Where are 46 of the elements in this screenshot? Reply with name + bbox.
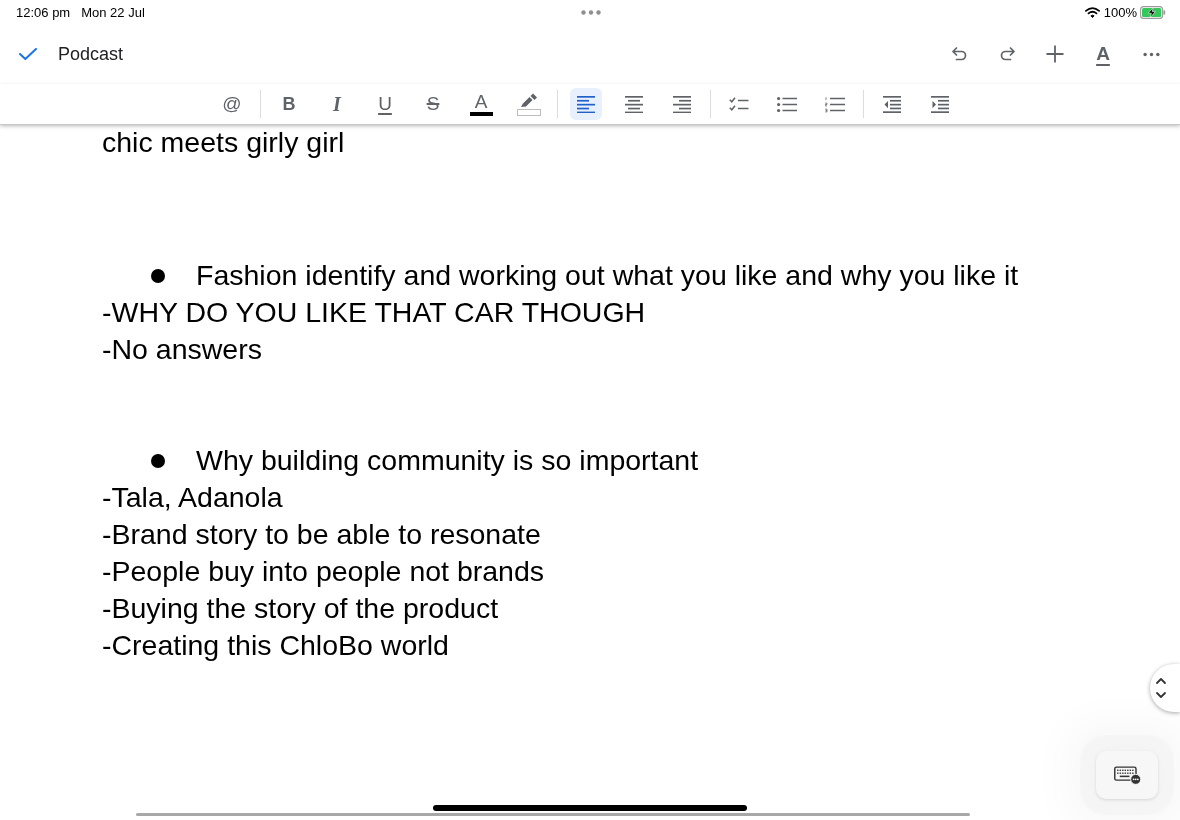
battery-percentage: 100% bbox=[1103, 4, 1137, 20]
document-text-line: -No answers bbox=[102, 332, 262, 367]
keyboard-icon bbox=[1113, 765, 1141, 785]
increase-indent-icon bbox=[930, 95, 950, 113]
document-text-line: chic meets girly girl bbox=[102, 125, 345, 160]
bold-button[interactable]: B bbox=[273, 88, 305, 120]
bullet-icon bbox=[151, 453, 165, 468]
bullet-text: Why building community is so important bbox=[196, 443, 699, 478]
status-date: Mon 22 Jul bbox=[81, 4, 145, 20]
status-time: 12:06 pm bbox=[16, 4, 71, 20]
document-text-line: -Buying the story of the product bbox=[102, 591, 499, 626]
up-down-chevron-icon bbox=[1155, 675, 1167, 701]
document-text-line: -Brand story to be able to resonate bbox=[102, 517, 541, 552]
decrease-indent-icon bbox=[882, 95, 902, 113]
checklist-icon bbox=[729, 95, 749, 113]
wifi-icon bbox=[1084, 6, 1100, 18]
document-title: Podcast bbox=[58, 43, 124, 65]
highlight-button[interactable] bbox=[520, 92, 538, 108]
scroll-navigation-button[interactable] bbox=[1150, 664, 1180, 712]
marker-pen-icon bbox=[520, 92, 538, 108]
bullet-text: Fashion identify and working out what you like and why you like it bbox=[196, 258, 1019, 293]
document-text-line: -Tala, Adanola bbox=[102, 480, 283, 515]
bulleted-list-icon bbox=[777, 95, 797, 113]
document-text-line: -Creating this ChloBo world bbox=[102, 628, 449, 663]
mention-button[interactable]: @ bbox=[216, 88, 248, 120]
align-center-icon bbox=[624, 95, 644, 113]
text-format-button[interactable]: A bbox=[1083, 36, 1123, 72]
redo-icon bbox=[999, 47, 1015, 61]
numbered-list-icon bbox=[825, 95, 845, 113]
done-button[interactable] bbox=[19, 48, 37, 60]
strikethrough-button[interactable]: S bbox=[417, 88, 449, 120]
document-text-line: -WHY DO YOU LIKE THAT CAR THOUGH bbox=[102, 295, 646, 330]
align-right-icon bbox=[672, 95, 692, 113]
underline-button[interactable]: U bbox=[369, 88, 401, 120]
more-icon bbox=[1142, 51, 1160, 57]
multitasking-dots-icon[interactable] bbox=[581, 9, 601, 15]
italic-button[interactable]: I bbox=[321, 88, 353, 120]
bullet-icon bbox=[151, 268, 165, 283]
plus-icon bbox=[1046, 45, 1064, 63]
document-text-line: -People buy into people not brands bbox=[102, 554, 545, 589]
align-left-button[interactable] bbox=[570, 88, 602, 120]
checkmark-icon bbox=[19, 48, 37, 60]
keyboard-button[interactable] bbox=[1096, 751, 1158, 799]
align-left-icon bbox=[576, 95, 596, 113]
text-color-button[interactable]: A bbox=[474, 92, 488, 111]
undo-icon bbox=[951, 47, 967, 61]
